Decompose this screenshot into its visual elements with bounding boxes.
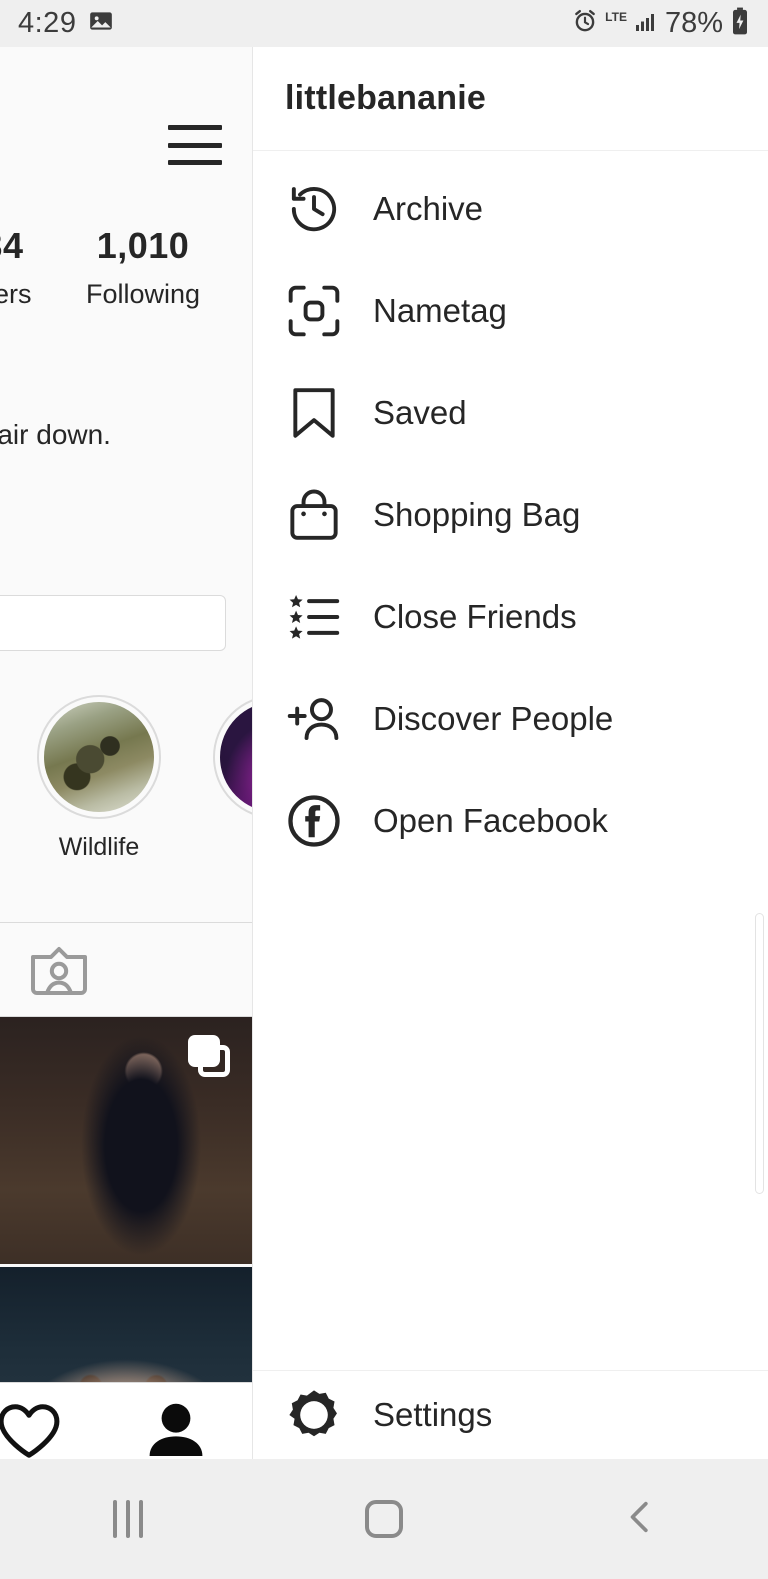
status-time: 4:29	[18, 7, 77, 39]
signal-icon	[634, 9, 658, 38]
menu-item-label: Discover People	[373, 700, 614, 737]
highlight-label: Wildlife	[58, 833, 140, 861]
recents-button[interactable]	[0, 1500, 256, 1538]
followers-stat[interactable]: 34 wers	[0, 225, 68, 310]
status-bar: 4:29 LTE 78%	[0, 0, 768, 47]
menu-item-open-facebook[interactable]: Open Facebook	[253, 770, 768, 872]
followers-label: wers	[0, 279, 32, 309]
hamburger-line	[168, 160, 222, 165]
battery-percent: 78%	[664, 7, 723, 39]
profile-stats: 34 wers 1,010 Following	[0, 225, 252, 345]
phone-screen: 4:29 LTE 78% 34	[0, 0, 768, 1579]
following-stat[interactable]: 1,010 Following	[78, 225, 208, 310]
menu-item-label: Close Friends	[373, 598, 577, 635]
hamburger-icon[interactable]	[168, 125, 222, 165]
shopping-bag-icon	[283, 484, 345, 546]
menu-item-label: Nametag	[373, 292, 507, 329]
post-thumbnail[interactable]	[0, 1017, 252, 1264]
menu-item-shopping-bag[interactable]: Shopping Bag	[253, 464, 768, 566]
drawer-header: littlebananie	[253, 47, 768, 151]
story-highlights: Wildlife	[0, 695, 252, 910]
drawer-username-title: littlebananie	[285, 79, 486, 117]
alarm-icon	[572, 8, 598, 39]
profile-screen-behind-drawer: 34 wers 1,010 Following y hair down. Wil…	[0, 47, 252, 1459]
app-bottom-nav	[0, 1382, 252, 1459]
highlight-ring	[37, 695, 161, 819]
home-button[interactable]	[256, 1500, 512, 1538]
menu-item-label: Archive	[373, 190, 484, 227]
settings-label: Settings	[373, 1396, 493, 1433]
network-type-label: LTE	[605, 10, 627, 24]
star-list-icon	[283, 586, 345, 648]
person-plus-icon	[283, 688, 345, 750]
status-bar-left: 4:29	[18, 7, 114, 40]
heart-icon[interactable]	[0, 1399, 66, 1459]
highlight-ring	[213, 695, 252, 819]
status-bar-right: LTE 78%	[572, 7, 750, 40]
facebook-icon	[283, 790, 345, 852]
story-highlight-wildlife[interactable]: Wildlife	[37, 695, 161, 862]
recents-bar	[139, 1500, 143, 1538]
highlight-thumbnail	[44, 702, 154, 812]
recents-bar	[126, 1500, 130, 1538]
nametag-scan-icon	[283, 280, 345, 342]
hamburger-line	[168, 142, 222, 148]
following-label: Following	[85, 279, 201, 309]
home-icon	[365, 1500, 403, 1538]
recents-bar	[113, 1500, 117, 1538]
menu-item-nametag[interactable]: Nametag	[253, 260, 768, 362]
carousel-front-square	[188, 1035, 220, 1067]
tagged-icon[interactable]	[28, 945, 90, 1002]
drawer-scrollbar[interactable]	[755, 913, 764, 1194]
image-icon	[88, 8, 114, 39]
following-count: 1,010	[96, 225, 190, 266]
back-chevron-icon	[620, 1497, 660, 1542]
hamburger-line	[168, 125, 222, 130]
side-drawer: littlebananie Archive Nametag Saved Shop…	[252, 47, 768, 1459]
profile-bio: y hair down.	[0, 419, 111, 450]
menu-item-settings[interactable]: Settings	[253, 1371, 768, 1459]
drawer-menu: Archive Nametag Saved Shopping Bag Close…	[253, 151, 768, 872]
highlight-thumbnail	[220, 702, 252, 812]
edit-profile-button[interactable]	[0, 595, 226, 651]
android-navigation-bar	[0, 1459, 768, 1579]
gear-icon	[283, 1384, 345, 1446]
menu-item-saved[interactable]: Saved	[253, 362, 768, 464]
back-button[interactable]	[512, 1497, 768, 1542]
carousel-icon	[188, 1035, 230, 1077]
recents-icon	[113, 1500, 143, 1538]
menu-item-label: Open Facebook	[373, 802, 608, 839]
menu-item-label: Saved	[373, 394, 467, 431]
menu-item-discover-people[interactable]: Discover People	[253, 668, 768, 770]
menu-item-label: Shopping Bag	[373, 496, 581, 533]
story-highlight-next[interactable]	[213, 695, 252, 819]
profile-tab-bar	[0, 922, 252, 1017]
followers-count: 34	[0, 225, 24, 266]
menu-item-close-friends[interactable]: Close Friends	[253, 566, 768, 668]
battery-charging-icon	[730, 7, 750, 40]
archive-clock-icon	[283, 178, 345, 240]
profile-icon[interactable]	[146, 1401, 206, 1459]
bookmark-icon	[283, 382, 345, 444]
menu-item-archive[interactable]: Archive	[253, 158, 768, 260]
